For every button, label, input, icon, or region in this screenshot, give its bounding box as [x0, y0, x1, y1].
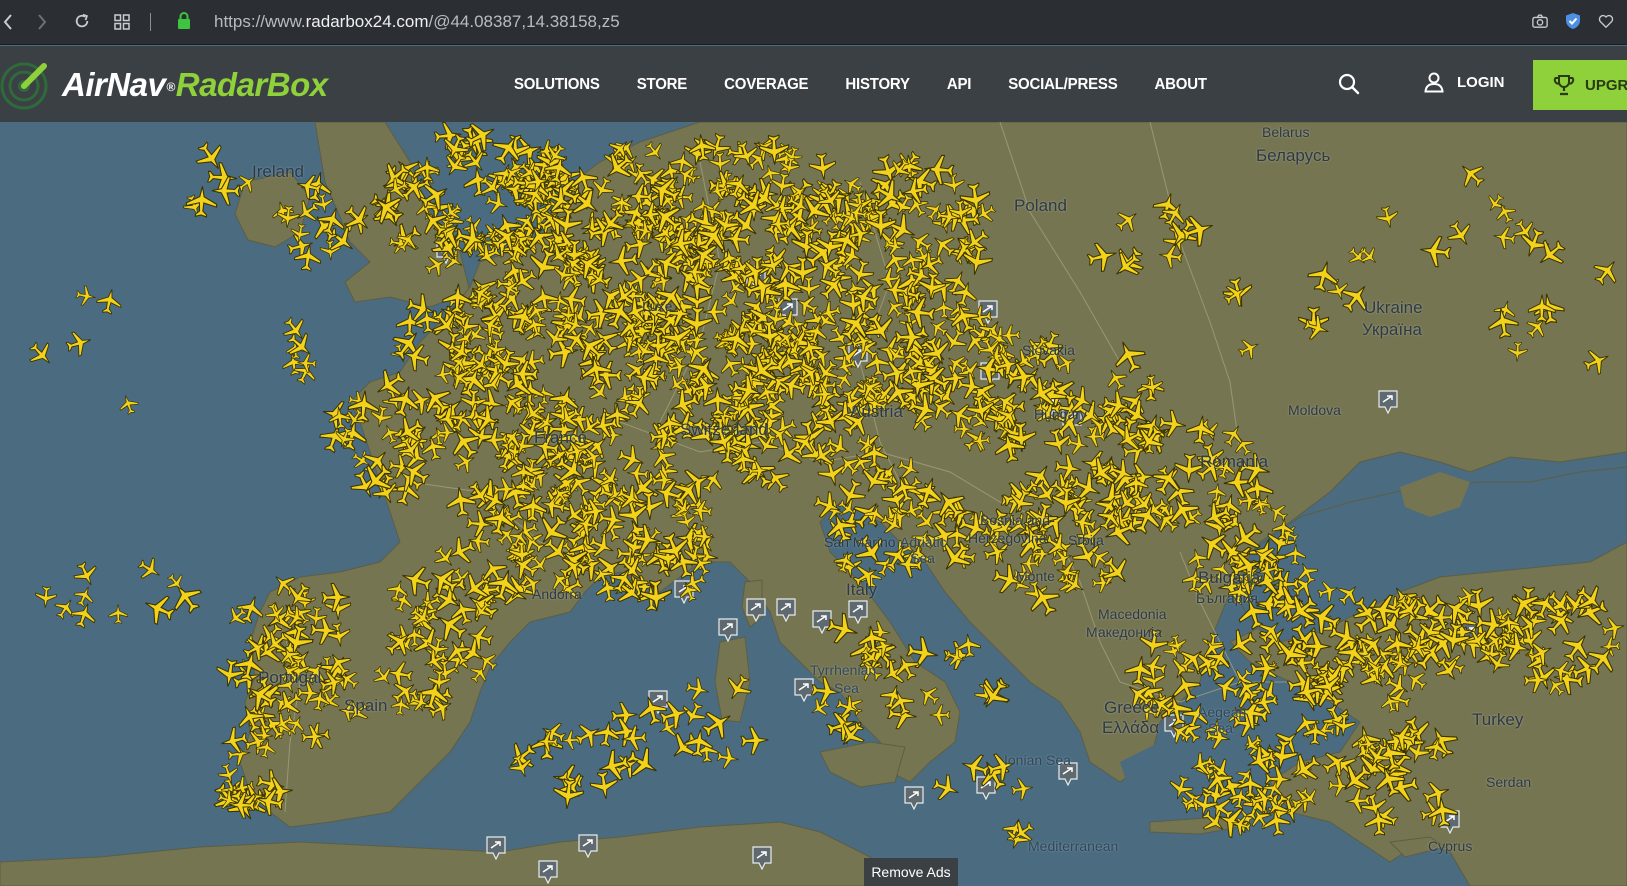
nav-item-solutions[interactable]: SOLUTIONS: [514, 75, 600, 93]
airplane-icon[interactable]: [63, 327, 95, 359]
shield-check-icon[interactable]: [1565, 13, 1581, 29]
map-label-greece-2: Ελλάδα: [1102, 718, 1160, 737]
camera-icon[interactable]: [1532, 13, 1548, 29]
map-label-belarus-en: Belarus: [1262, 124, 1310, 140]
nav-item-store[interactable]: STORE: [637, 75, 688, 93]
map-label-ionian: Ionian Sea: [1004, 752, 1071, 768]
lock-icon: [176, 12, 192, 29]
map-label-luxe: Luxe: [642, 298, 673, 314]
map-label-adriatic-2: Sea: [910, 550, 935, 566]
map-label-romania: Romania: [1200, 452, 1269, 471]
address-bar[interactable]: https://www.radarbox24.com/@44.08387,14.…: [214, 12, 620, 32]
map-label-austria: Austria: [850, 402, 903, 421]
map-label-greece-1: Greece: [1104, 698, 1160, 717]
map-label-moldova: Moldova: [1288, 402, 1341, 418]
map-label-montenegro: Monte: [1016, 568, 1055, 584]
login-label: LOGIN: [1457, 73, 1505, 91]
chevron-right-icon[interactable]: [34, 14, 50, 30]
map-label-ukraine-local: Україна: [1362, 320, 1422, 339]
url-prefix: https://www.: [214, 12, 306, 31]
airplane-icon[interactable]: [740, 725, 770, 756]
map-label-ireland: Ireland: [252, 162, 304, 181]
nav-item-history[interactable]: HISTORY: [845, 75, 910, 93]
login-button[interactable]: LOGIN: [1423, 71, 1505, 93]
user-icon: [1424, 72, 1444, 93]
map-label-aegean-1: Aegean: [1198, 704, 1247, 720]
airplane-icon[interactable]: [806, 694, 833, 722]
map-label-tyrrhenian-2: Sea: [834, 680, 859, 696]
brand-part-2: RadarBox: [175, 66, 328, 103]
airplane-icon[interactable]: [715, 745, 741, 771]
airplane-icon[interactable]: [483, 189, 512, 218]
map-label-switzerland: Switzerland: [680, 420, 768, 439]
radar-logo-icon: [0, 62, 48, 110]
airplane-icon[interactable]: [929, 771, 964, 806]
airplane-icon[interactable]: [23, 336, 60, 373]
map-label-france: France: [534, 428, 587, 447]
flight-map[interactable]: Ireland Belarus Беларусь Poland Ukraine …: [0, 122, 1627, 886]
map-label-poland: Poland: [1014, 196, 1067, 215]
brand-part-1: AirNav: [62, 66, 166, 103]
airplane-icon[interactable]: [108, 603, 129, 624]
airport-marker-icon: [794, 678, 814, 702]
registered-mark: ®: [166, 80, 175, 95]
map-label-aegean-2: Sea: [1208, 720, 1233, 736]
map-label-bosnia-1: Bosnia and: [980, 512, 1051, 528]
nav-item-about[interactable]: ABOUT: [1155, 75, 1208, 93]
airplane-icon[interactable]: [305, 208, 345, 248]
map-label-cyprus: Cyprus: [1428, 838, 1473, 854]
map-label-mediterranean: Mediterranean: [1028, 838, 1119, 854]
trophy-icon: [1553, 75, 1575, 96]
map-label-slovakia: Slovakia: [1022, 342, 1075, 358]
map-label-bosnia-2: Herzegovina: [968, 530, 1047, 546]
reload-icon[interactable]: [74, 13, 90, 29]
browser-toolbar: https://www.radarbox24.com/@44.08387,14.…: [0, 0, 1627, 45]
main-nav: SOLUTIONS STORE COVERAGE HISTORY API SOC…: [514, 46, 1244, 122]
map-label-portugal: Portugal: [258, 668, 322, 687]
airplane-icon[interactable]: [116, 392, 141, 417]
map-label-italy: Italy: [846, 580, 878, 599]
site-header: AirNav®RadarBox SOLUTIONS STORE COVERAGE…: [0, 46, 1627, 122]
airport-marker-icon: [904, 786, 924, 810]
nav-item-api[interactable]: API: [947, 75, 972, 93]
map-label-serdan: Serdan: [1486, 774, 1532, 790]
map-label-bulgaria-local: България: [1196, 590, 1258, 606]
airplane-icon[interactable]: [560, 729, 581, 751]
chevron-left-icon[interactable]: [0, 14, 16, 30]
nav-item-social-press[interactable]: SOCIAL/PRESS: [1008, 75, 1117, 93]
url-path: /@44.08387,14.38158,z5: [428, 12, 620, 31]
airplane-icon[interactable]: [1009, 776, 1035, 802]
map-label-tyrrhenian-1: Tyrrhenian: [810, 662, 877, 678]
map-label-turkey: Turkey: [1472, 710, 1524, 729]
map-label-hungary: Hungary: [1034, 406, 1087, 422]
upgrade-button[interactable]: UPGRA: [1533, 60, 1627, 110]
url-host: radarbox24.com: [305, 12, 429, 31]
map-label-andorra: Andorra: [532, 586, 582, 602]
airplane-icon[interactable]: [94, 286, 125, 317]
map-label-ukraine-en: Ukraine: [1364, 298, 1423, 317]
map-label-bulgaria-en: Bulgaria: [1198, 568, 1261, 587]
brand-name: AirNav®RadarBox: [62, 66, 328, 104]
toolbar-separator: [150, 13, 151, 31]
map-label-spain: Spain: [344, 696, 388, 715]
map-label-adriatic-1: Adriatic: [900, 534, 947, 550]
upgrade-label: UPGRA: [1585, 76, 1627, 94]
airplane-icon[interactable]: [414, 155, 441, 182]
nav-item-coverage[interactable]: COVERAGE: [724, 75, 808, 93]
grid-icon[interactable]: [114, 14, 130, 30]
map-label-belarus-local: Беларусь: [1256, 146, 1331, 165]
map-canvas: [0, 122, 1627, 886]
map-label-srbija: Srbija: [1068, 532, 1104, 548]
remove-ads-button[interactable]: Remove Ads: [864, 858, 958, 886]
airport-marker-icon: [718, 618, 738, 642]
airplane-icon[interactable]: [683, 675, 712, 704]
heart-icon[interactable]: [1598, 13, 1614, 29]
map-label-san-marino: San Marino: [824, 534, 896, 550]
map-label-macedonia-2: Македонија: [1086, 624, 1162, 640]
airplane-icon[interactable]: [594, 746, 633, 785]
airplane-icon[interactable]: [211, 176, 241, 206]
map-label-macedonia-1: Macedonia: [1098, 606, 1167, 622]
search-icon[interactable]: [1338, 73, 1360, 95]
airplane-icon[interactable]: [74, 284, 98, 308]
